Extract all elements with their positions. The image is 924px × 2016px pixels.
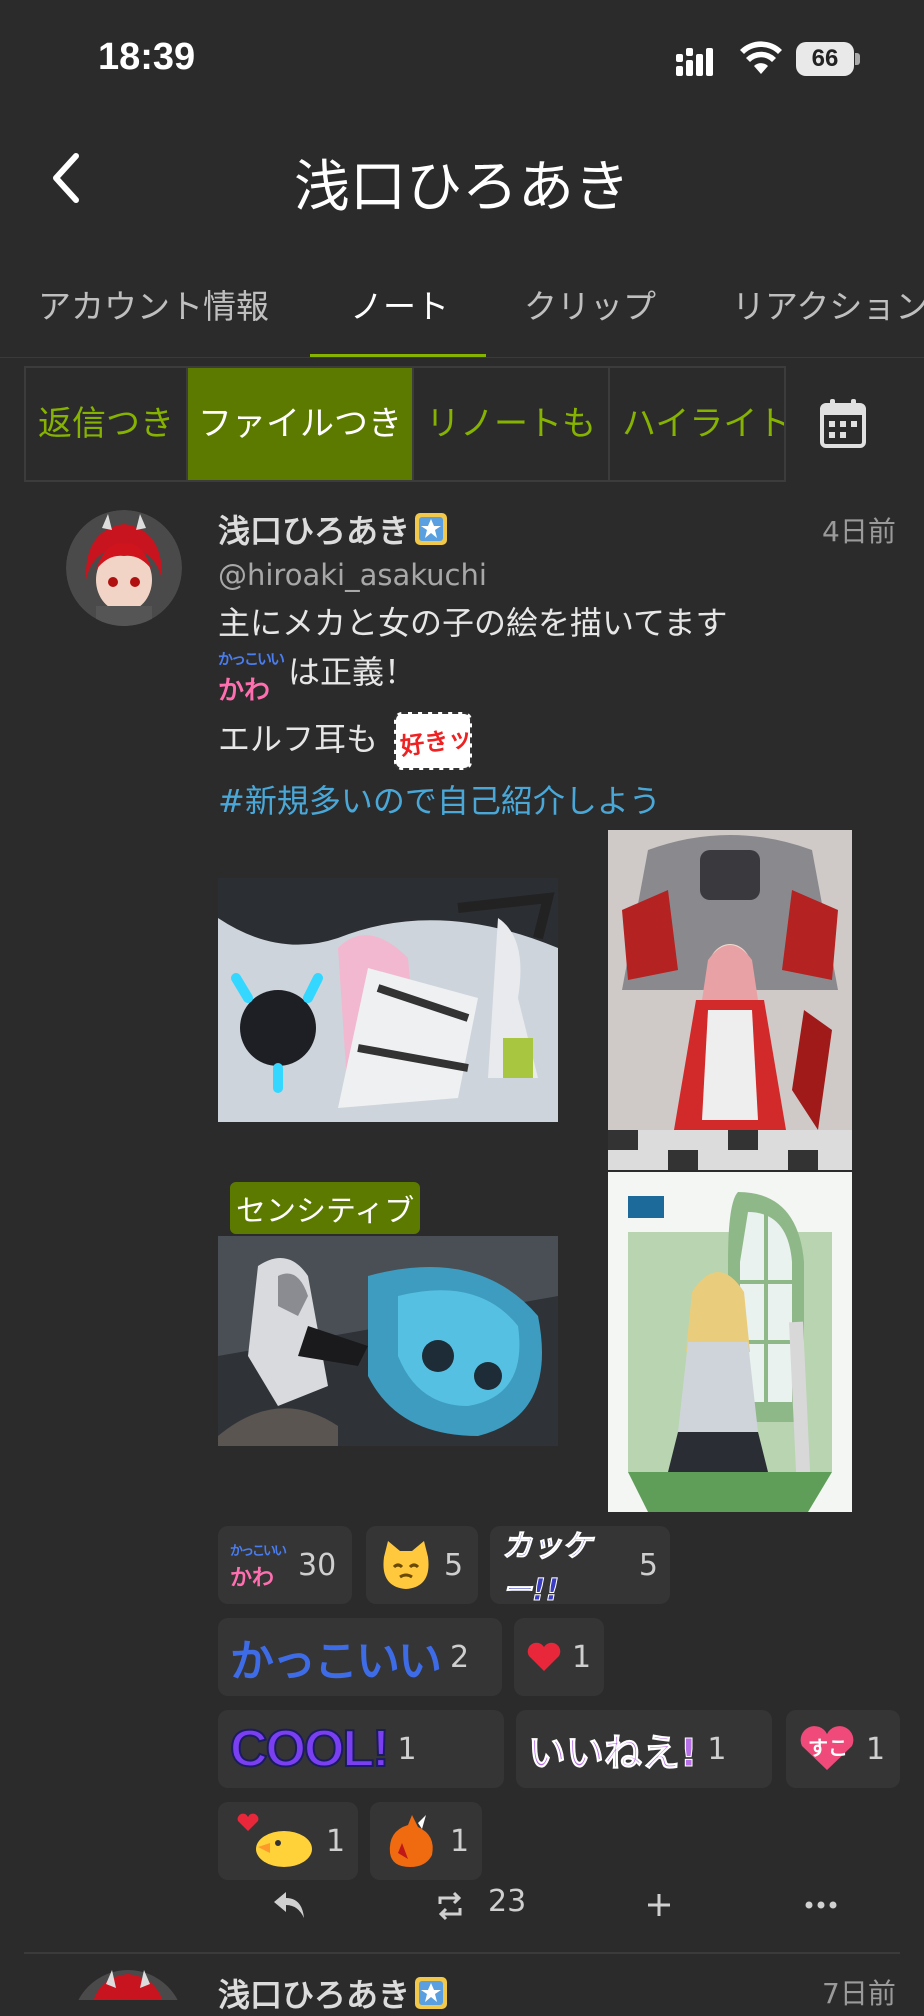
kakkoii-kawaii-emoji: かっこいい かわ [230, 1544, 287, 1591]
attached-image[interactable] [218, 878, 558, 1122]
tab-reactions[interactable]: リアクション [732, 280, 924, 328]
note-timestamp[interactable]: 4日前 [822, 510, 896, 550]
wifi-icon [740, 41, 782, 74]
suki-stamp-emoji: 好きッ [394, 712, 474, 770]
reaction-fire-creature[interactable]: 1 [370, 1802, 482, 1880]
love-duck-icon [237, 1813, 312, 1867]
note-timestamp[interactable]: 7日前 [822, 1972, 896, 2012]
filter-with-replies[interactable]: 返信つき [26, 368, 188, 480]
fire-creature-icon [389, 1815, 433, 1867]
suko-heart-emoji: すこ [798, 1726, 856, 1772]
reaction-count: 1 [707, 1731, 727, 1767]
status-time: 18:39 [98, 36, 196, 78]
avatar[interactable] [66, 510, 182, 626]
filter-with-renotes[interactable]: リノートも [414, 368, 610, 480]
reaction-kakkoii-kawaii[interactable]: かっこいい かわ 30 [218, 1526, 352, 1604]
reaction-count: 5 [638, 1547, 658, 1583]
reaction-count: 1 [397, 1731, 417, 1767]
reaction-suko[interactable]: すこ 1 [786, 1710, 900, 1788]
reaction-count: 1 [572, 1639, 592, 1675]
star-badge-icon [415, 513, 448, 545]
sensitive-badge[interactable]: センシティブ [230, 1182, 421, 1234]
reaction-cool[interactable]: COOL! 1 [218, 1710, 504, 1788]
battery-icon: 66 [796, 42, 860, 78]
note-filter-bar: 返信つき ファイルつき リノートも ハイライト [24, 366, 786, 482]
heart-icon [527, 1642, 561, 1671]
reaction-kakkoii[interactable]: かっこいい 2 [218, 1618, 502, 1696]
kakkoii-kawaii-emoji: かっこいい かわ [218, 650, 285, 706]
reply-icon[interactable] [272, 1890, 306, 1920]
note-text-line: エルフ耳も 好きッ [218, 712, 474, 772]
star-badge-icon [415, 1977, 448, 2009]
reaction-count: 1 [326, 1823, 346, 1859]
more-options-icon[interactable] [804, 1890, 838, 1920]
page-title: 浅口ひろあき [294, 155, 630, 220]
battery-level: 66 [796, 42, 854, 76]
tab-notes[interactable]: ノート [350, 280, 449, 328]
reaction-love-duck[interactable]: 1 [218, 1802, 358, 1880]
cat-face-icon [383, 1541, 429, 1589]
note-author-name[interactable]: 浅口ひろあき [218, 1970, 448, 2016]
renote-count: 23 [488, 1884, 527, 1919]
note-author-handle: @hiroaki_asakuchi [218, 558, 487, 592]
reaction-heart[interactable]: 1 [514, 1618, 604, 1696]
tab-account-info[interactable]: アカウント情報 [38, 280, 269, 328]
note-author-name[interactable]: 浅口ひろあき [218, 506, 448, 552]
reaction-count: 30 [298, 1547, 337, 1583]
add-reaction-icon[interactable] [644, 1890, 674, 1920]
cellular-signal-icon [676, 48, 713, 76]
kakkoii-text-emoji: かっこいい [230, 1636, 442, 1687]
note-text-line: 主にメカと女の子の絵を描いてます [218, 604, 728, 642]
reaction-count: 2 [450, 1639, 470, 1675]
filter-with-files[interactable]: ファイルつき [188, 368, 414, 480]
attached-image[interactable] [608, 1172, 852, 1512]
tab-divider [0, 357, 924, 358]
kakke-text-emoji: カッケー!! [502, 1529, 593, 1609]
reaction-count: 5 [444, 1547, 464, 1583]
cool-text-emoji: COOL! [229, 1719, 391, 1779]
reaction-iine[interactable]: いいねえ! 1 [516, 1710, 772, 1788]
reaction-count: 1 [866, 1731, 886, 1767]
reaction-cat-face[interactable]: 5 [366, 1526, 478, 1604]
filter-highlights[interactable]: ハイライト [610, 368, 784, 480]
profile-tab-bar: アカウント情報 ノート クリップ リアクション [0, 270, 924, 356]
tab-clips[interactable]: クリップ [524, 280, 656, 328]
iine-text-emoji: いいねえ! [527, 1730, 698, 1775]
reaction-kakke[interactable]: カッケー!! 5 [490, 1526, 670, 1609]
renote-icon[interactable] [434, 1890, 466, 1922]
hashtag-link[interactable]: #新規多いので自己紹介しよう [218, 776, 661, 822]
note-text-line: かっこいい かわ は正義！ [218, 644, 416, 706]
avatar[interactable] [72, 1970, 184, 2000]
note-separator [24, 1952, 900, 1954]
reaction-count: 1 [450, 1823, 470, 1859]
attached-image[interactable] [608, 830, 852, 1170]
attached-image[interactable] [218, 1236, 558, 1446]
calendar-icon[interactable] [820, 398, 866, 448]
